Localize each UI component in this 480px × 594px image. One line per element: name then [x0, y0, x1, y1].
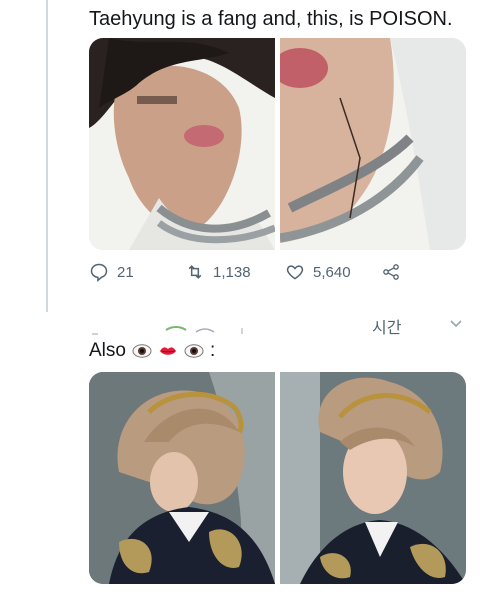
- share-button[interactable]: [381, 262, 401, 282]
- reply-button[interactable]: 21: [89, 262, 134, 282]
- retweet-count: 1,138: [213, 263, 251, 281]
- reply-icon: [90, 263, 108, 282]
- retweet-button[interactable]: 1,138: [185, 262, 251, 282]
- reply-text-prefix: Also: [89, 340, 126, 361]
- eye-emoji-icon: [184, 341, 204, 361]
- reply-photo-1[interactable]: [89, 372, 275, 584]
- like-button[interactable]: 5,640: [285, 262, 351, 282]
- reply-count: 21: [117, 263, 134, 281]
- reply-text-suffix: :: [209, 340, 216, 361]
- reply-text: Also :: [89, 340, 215, 362]
- tweet-photo-2[interactable]: [280, 38, 466, 250]
- retweet-icon: [188, 265, 202, 279]
- like-count: 5,640: [313, 263, 351, 281]
- time-label: 시간: [372, 320, 402, 337]
- like-icon: [286, 265, 304, 280]
- eye-emoji-icon: [132, 341, 152, 361]
- thread-line: [46, 0, 48, 312]
- reply-photo-2[interactable]: [280, 372, 466, 584]
- lips-emoji-icon: [158, 341, 178, 361]
- faint-emoji-fragments: [92, 326, 243, 335]
- tweet-photo-1[interactable]: [89, 38, 275, 250]
- tweet-text: Taehyung is a fang and, this, is POISON.: [89, 8, 453, 30]
- share-icon: [383, 264, 399, 280]
- chevron-down-icon[interactable]: [448, 316, 464, 332]
- tweet-actions: 21 1,138 5,640: [89, 262, 419, 288]
